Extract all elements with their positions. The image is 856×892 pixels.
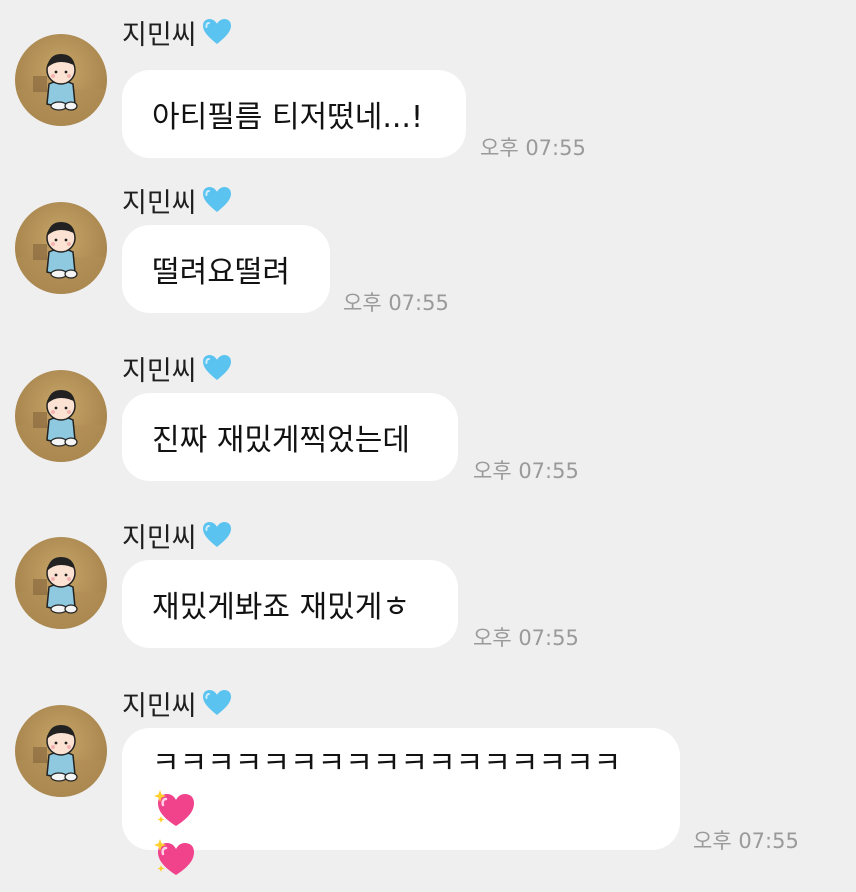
sender-row: 지민씨 — [122, 180, 233, 220]
avatar[interactable] — [15, 370, 107, 462]
message-text: ㅋㅋㅋㅋㅋㅋㅋㅋㅋㅋㅋㅋㅋㅋㅋㅋㅋ — [152, 746, 622, 781]
message-group: 지민씨 진짜 재밌게찍었는데오후 07:55 — [0, 348, 856, 518]
message-bubble[interactable]: 재밌게봐죠 재밌게ㅎ — [122, 560, 458, 648]
message-bubble[interactable]: 아티필름 티저떴네...! — [122, 70, 466, 158]
sender-row: 지민씨 — [122, 12, 233, 52]
message-group: 지민씨 아티필름 티저떴네...! 오후 07:55 — [0, 12, 856, 182]
sender-name: 지민씨 — [122, 522, 197, 554]
avatar[interactable] — [15, 202, 107, 294]
sender-name: 지민씨 — [122, 690, 197, 722]
sender-row: 지민씨 — [122, 683, 233, 723]
sender-row: 지민씨 — [122, 515, 233, 555]
message-bubble[interactable]: 떨려요떨려 — [122, 225, 330, 313]
message-timestamp: 오후 07:55 — [693, 829, 799, 853]
message-text: 아티필름 티저떴네...! — [152, 100, 423, 135]
sender-row: 지민씨 — [122, 348, 233, 388]
blue-heart-icon — [201, 352, 233, 384]
message-group: 지민씨 떨려요떨려오후 07:55 — [0, 180, 856, 350]
blue-heart-icon — [201, 16, 233, 48]
message-text: 떨려요떨려 — [152, 255, 290, 290]
sender-name: 지민씨 — [122, 19, 197, 51]
message-bubble[interactable]: ㅋㅋㅋㅋㅋㅋㅋㅋㅋㅋㅋㅋㅋㅋㅋㅋㅋ — [122, 728, 680, 875]
message-timestamp: 오후 07:55 — [480, 136, 586, 160]
avatar[interactable] — [15, 705, 107, 797]
avatar[interactable] — [15, 537, 107, 629]
message-text: 재밌게봐죠 재밌게ㅎ — [152, 590, 410, 625]
message-timestamp: 오후 07:55 — [343, 291, 449, 315]
message-group: 지민씨 재밌게봐죠 재밌게ㅎ 오후 07:55 — [0, 515, 856, 685]
avatar[interactable] — [15, 34, 107, 126]
message-timestamp: 오후 07:55 — [473, 626, 579, 650]
message-bubble[interactable]: 진짜 재밌게찍었는데 — [122, 393, 458, 481]
message-text: 진짜 재밌게찍었는데 — [152, 423, 410, 458]
sparkling-heart-icon — [152, 835, 196, 879]
blue-heart-icon — [201, 184, 233, 216]
blue-heart-icon — [201, 687, 233, 719]
blue-heart-icon — [201, 519, 233, 551]
sender-name: 지민씨 — [122, 355, 197, 387]
sender-name: 지민씨 — [122, 187, 197, 219]
message-group: 지민씨 ㅋㅋㅋㅋㅋㅋㅋㅋㅋㅋㅋㅋㅋㅋㅋㅋㅋ 오후 07:55 — [0, 683, 856, 875]
message-timestamp: 오후 07:55 — [473, 459, 579, 483]
sparkling-heart-icon — [152, 786, 196, 830]
